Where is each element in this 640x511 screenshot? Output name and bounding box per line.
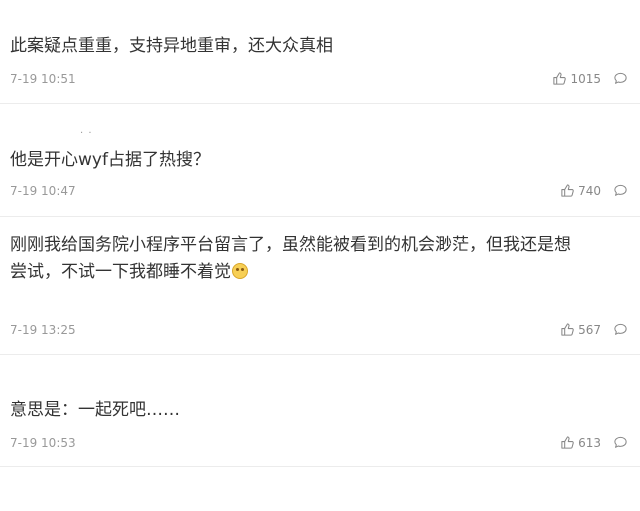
comment-bubble-icon [614,184,627,196]
like-count: 613 [578,435,601,450]
comment-text: 意思是：一起死吧…… [10,400,180,420]
comment-time: 7-19 10:47 [10,184,76,198]
username-dots: · · [80,128,93,139]
like-count: 567 [578,322,601,337]
comment-time: 7-19 10:51 [10,72,76,86]
thumbs-up-icon [561,436,574,449]
thumbs-up-icon [561,184,574,197]
comment-text-line: 刚刚我给国务院小程序平台留言了，虽然能被看到的机会渺茫，但我还是想 [10,235,571,255]
comment-item: · · 他是开心wyf占据了热搜？ 7-19 10:47 740 [0,104,640,216]
like-button[interactable]: 1015 [552,71,601,86]
comment-feed: 此案疑点重重，支持异地重审，还大众真相 7-19 10:51 1015 · · … [0,0,640,511]
like-count: 740 [578,183,601,198]
thumbs-up-icon [561,323,574,336]
comment-time: 7-19 13:25 [10,323,76,337]
thumbs-up-icon [553,72,567,85]
comment-bubble-icon [614,72,627,84]
comment-bubble-icon [614,436,627,448]
comment-bubble-icon [614,323,627,335]
comment-text-line-wrap: 尝试，不试一下我都睡不着觉 [10,259,626,286]
comment-time: 7-19 10:53 [10,436,76,450]
like-button[interactable]: 613 [560,435,601,450]
reply-button[interactable] [613,435,628,450]
comment-text: 刚刚我给国务院小程序平台留言了，虽然能被看到的机会渺茫，但我还是想 尝试，不试一… [10,232,626,286]
reply-button[interactable] [613,71,628,86]
like-button[interactable]: 740 [560,183,601,198]
comment-item: 此案疑点重重，支持异地重审，还大众真相 7-19 10:51 1015 [0,0,640,103]
comment-actions: 613 [560,435,628,450]
comment-item: 刚刚我给国务院小程序平台留言了，虽然能被看到的机会渺茫，但我还是想 尝试，不试一… [0,217,640,354]
divider [0,466,640,467]
like-count: 1015 [570,71,601,86]
comment-item: 意思是：一起死吧…… 7-19 10:53 613 [0,355,640,466]
like-button[interactable]: 567 [560,322,601,337]
reply-button[interactable] [613,322,628,337]
reply-button[interactable] [613,183,628,198]
comment-actions: 1015 [552,71,628,86]
crying-face-emoji-icon [232,263,248,279]
comment-actions: 567 [560,322,628,337]
comment-text: 此案疑点重重，支持异地重审，还大众真相 [10,36,333,56]
comment-actions: 740 [560,183,628,198]
comment-text-line: 尝试，不试一下我都睡不着觉 [10,262,231,282]
comment-text: 他是开心wyf占据了热搜？ [10,150,210,170]
